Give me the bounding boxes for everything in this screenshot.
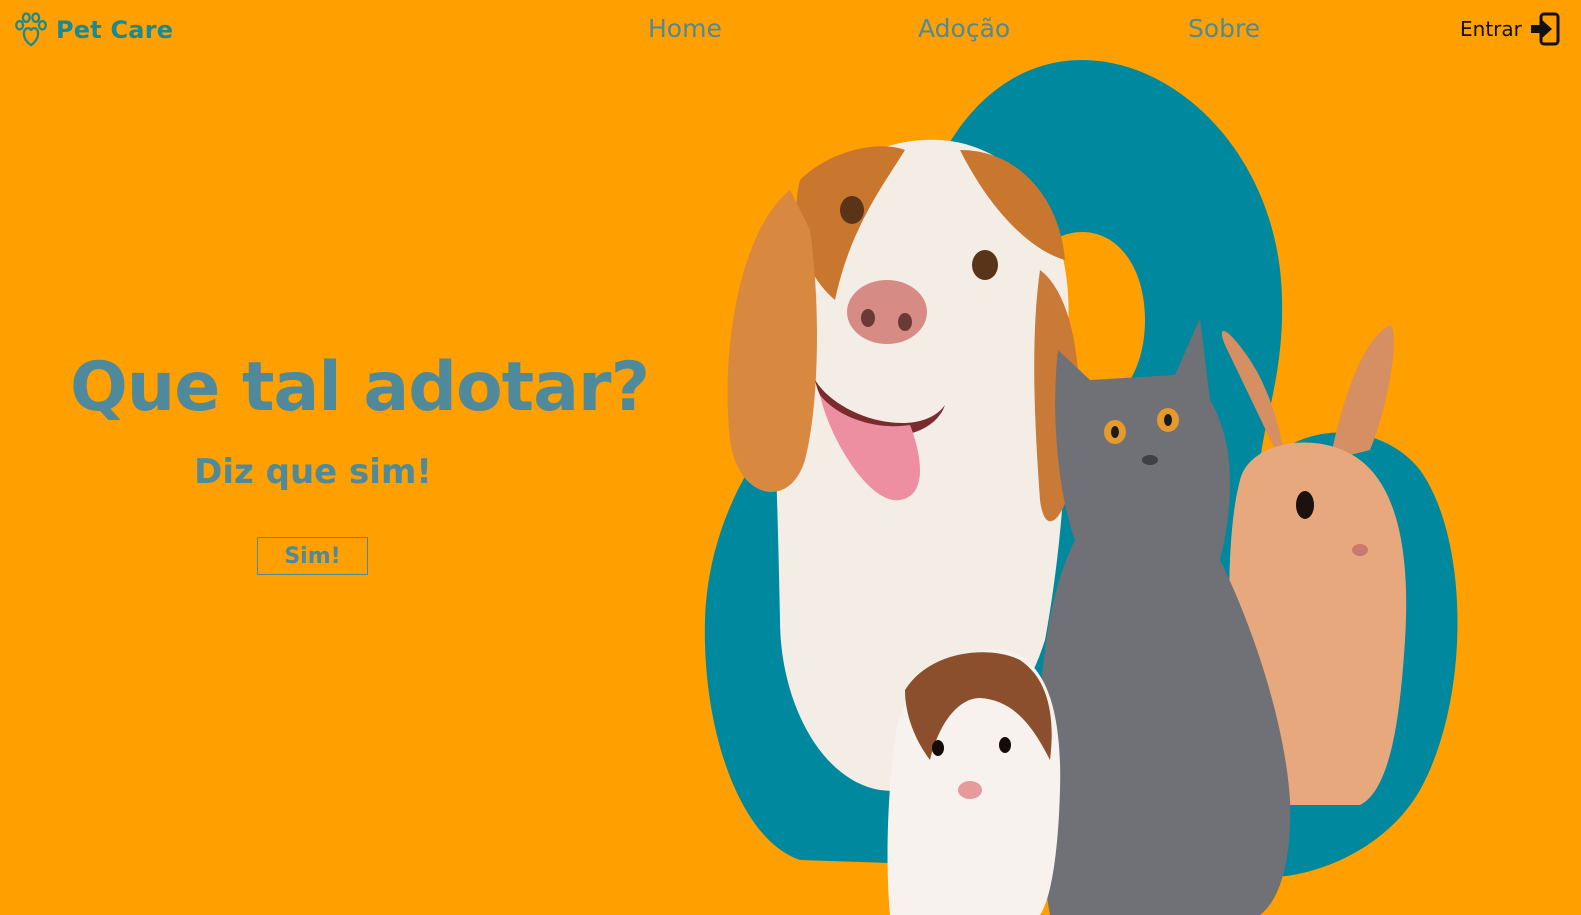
login-button[interactable]: Entrar: [1460, 12, 1560, 46]
rabbit-figure: [1221, 325, 1407, 805]
hero-title: Que tal adotar?: [70, 348, 650, 427]
login-label: Entrar: [1460, 17, 1522, 41]
brand-name: Pet Care: [56, 16, 174, 44]
teal-blob-shape: [704, 60, 1458, 878]
cat-figure: [1038, 318, 1291, 915]
paw-heart-icon: [15, 12, 47, 47]
guinea-pig-figure: [887, 649, 1061, 915]
hero-subtitle: Diz que sim!: [194, 452, 432, 492]
nav-home[interactable]: Home: [648, 14, 722, 43]
nav-adocao[interactable]: Adoção: [918, 14, 1010, 43]
brand-logo[interactable]: Pet Care: [12, 12, 173, 48]
landing-page: Pet Care Home Adoção Sobre Entrar Que ta…: [0, 0, 1581, 915]
dog-figure: [727, 139, 1080, 791]
adopt-yes-button[interactable]: Sim!: [257, 537, 368, 575]
nav-sobre[interactable]: Sobre: [1188, 14, 1260, 43]
sign-in-icon: [1530, 12, 1560, 46]
